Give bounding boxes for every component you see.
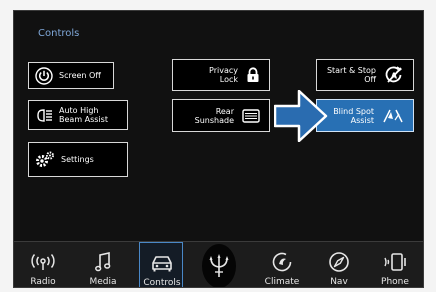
start-stop-off-icon: A bbox=[384, 65, 404, 85]
tab-controls-label: Controls bbox=[143, 278, 181, 288]
tab-climate[interactable]: Climate bbox=[260, 242, 304, 287]
screen-off-button[interactable]: Screen Off bbox=[28, 62, 114, 89]
trident-logo-icon bbox=[208, 253, 230, 279]
pointer-arrow-icon bbox=[274, 90, 328, 142]
privacy-lock-button[interactable]: Privacy Lock bbox=[172, 59, 270, 91]
tab-climate-label: Climate bbox=[264, 277, 300, 287]
blind-spot-line2: Assist bbox=[350, 115, 374, 125]
sunshade-icon bbox=[242, 108, 260, 123]
auto-high-beam-label: Auto High Beam Assist bbox=[59, 106, 108, 124]
blind-spot-line1: Blind Spot bbox=[333, 106, 374, 116]
rear-sunshade-line1: Rear bbox=[215, 106, 234, 116]
controls-screen: Controls Screen Off Auto High Beam Assist… bbox=[13, 10, 424, 288]
screen-off-label: Screen Off bbox=[59, 71, 101, 80]
rear-sunshade-button[interactable]: Rear Sunshade bbox=[172, 99, 270, 132]
blind-spot-assist-button[interactable]: Blind Spot Assist bbox=[316, 99, 414, 132]
rear-sunshade-label: Rear Sunshade bbox=[195, 107, 234, 125]
auto-high-beam-line2: Beam Assist bbox=[59, 115, 108, 124]
settings-label: Settings bbox=[61, 155, 94, 164]
tab-phone[interactable]: Phone bbox=[373, 242, 417, 287]
tab-nav[interactable]: Nav bbox=[317, 242, 361, 287]
climate-icon bbox=[260, 251, 304, 273]
privacy-lock-line1: Privacy bbox=[209, 66, 238, 75]
tab-phone-label: Phone bbox=[381, 277, 409, 287]
start-stop-label: Start & Stop Off bbox=[327, 66, 376, 84]
tab-nav-label: Nav bbox=[330, 277, 348, 287]
display-bezel: Controls Screen Off Auto High Beam Assist… bbox=[0, 0, 436, 292]
tab-radio[interactable]: Radio bbox=[21, 242, 65, 287]
radio-icon bbox=[21, 251, 65, 273]
privacy-lock-label: Privacy Lock bbox=[209, 66, 238, 84]
start-stop-line2: Off bbox=[364, 75, 376, 84]
auto-high-beam-line1: Auto High bbox=[59, 106, 99, 115]
compass-icon bbox=[317, 251, 361, 273]
car-icon bbox=[140, 252, 184, 274]
bottom-navigation-bar: Radio Media Controls Climate Nav Phone bbox=[14, 241, 423, 288]
lock-icon bbox=[246, 67, 260, 83]
headlamp-icon bbox=[35, 108, 53, 122]
tab-controls[interactable]: Controls bbox=[139, 242, 184, 288]
blind-spot-icon bbox=[382, 109, 404, 123]
home-brand-button[interactable] bbox=[202, 244, 236, 287]
auto-high-beam-button[interactable]: Auto High Beam Assist bbox=[28, 100, 128, 130]
tab-media[interactable]: Media bbox=[81, 242, 125, 287]
start-stop-line1: Start & Stop bbox=[326, 66, 376, 75]
privacy-lock-line2: Lock bbox=[219, 75, 238, 84]
gears-icon bbox=[35, 151, 55, 168]
tab-radio-label: Radio bbox=[30, 277, 56, 287]
rear-sunshade-line2: Sunshade bbox=[194, 115, 234, 125]
settings-button[interactable]: Settings bbox=[28, 142, 128, 177]
phone-icon bbox=[373, 251, 417, 273]
page-title: Controls bbox=[38, 28, 80, 39]
music-note-icon bbox=[81, 251, 125, 273]
start-stop-off-button[interactable]: Start & StopOff A bbox=[316, 59, 414, 91]
blind-spot-label: Blind Spot Assist bbox=[333, 107, 374, 125]
tab-media-label: Media bbox=[89, 277, 117, 287]
power-icon bbox=[35, 66, 53, 85]
